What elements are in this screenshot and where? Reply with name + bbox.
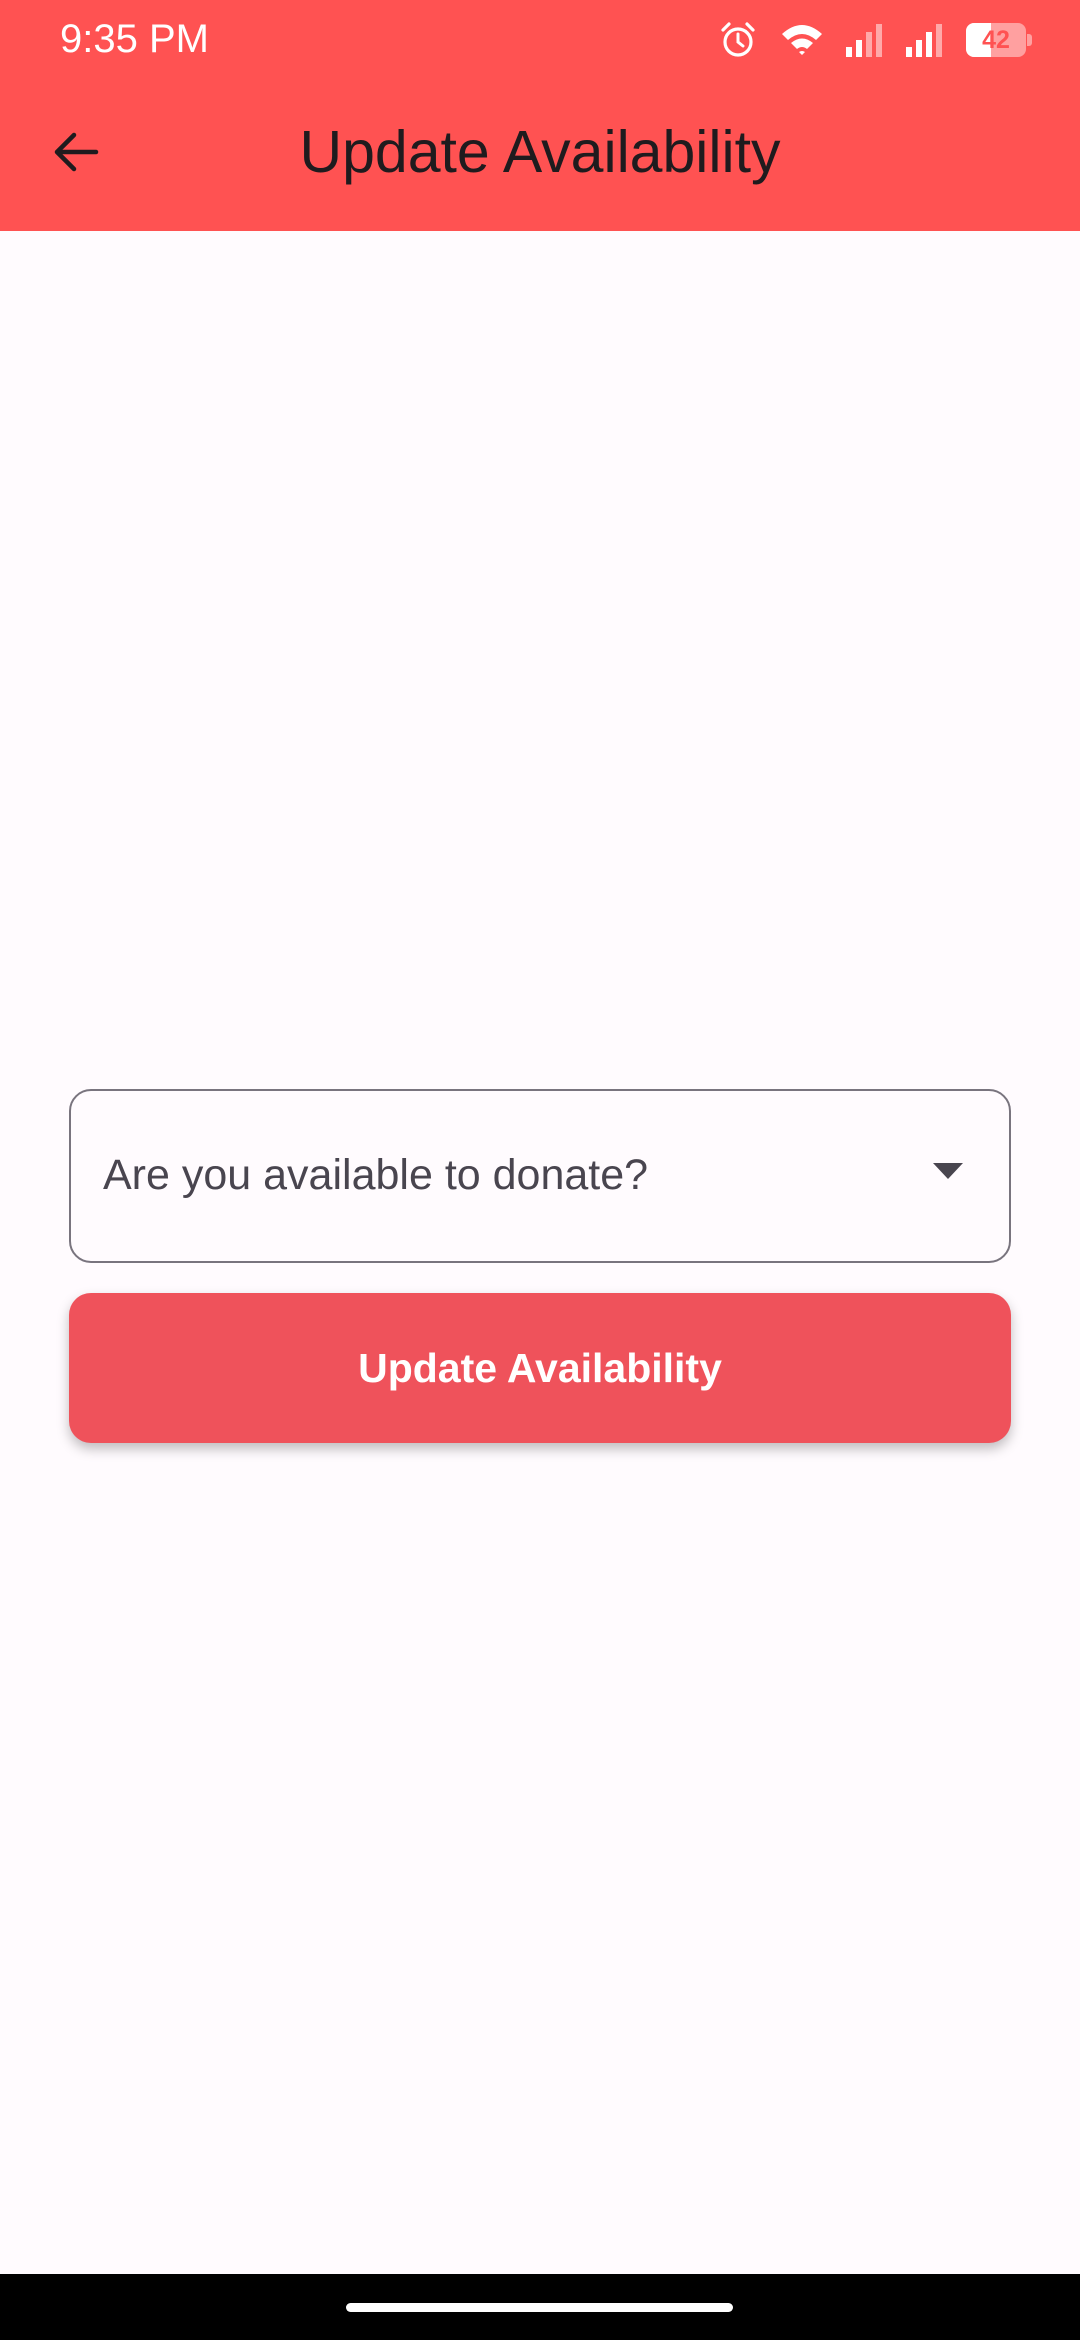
status-time: 9:35 PM — [60, 17, 209, 61]
back-button[interactable] — [36, 118, 116, 190]
app-bar: Update Availability — [0, 78, 1080, 231]
wifi-icon — [780, 22, 824, 58]
page-title: Update Availability — [299, 119, 781, 185]
status-icons: 42 — [718, 18, 1032, 62]
status-bar: 9:35 PM 42 — [0, 0, 1080, 78]
arrow-back-icon — [52, 130, 100, 179]
availability-dropdown[interactable]: Are you available to donate? — [69, 1089, 1011, 1263]
update-availability-button[interactable]: Update Availability — [69, 1293, 1011, 1443]
screen: 9:35 PM 42 Update Availability Are you a… — [0, 0, 1080, 2340]
signal-icon — [846, 23, 884, 57]
signal-icon — [906, 23, 944, 57]
app-header: 9:35 PM 42 Update Availability — [0, 0, 1080, 231]
caret-down-icon — [933, 1163, 963, 1181]
battery-icon: 42 — [966, 23, 1032, 57]
home-indicator[interactable] — [346, 2303, 733, 2312]
alarm-icon — [718, 20, 758, 60]
battery-level: 42 — [982, 26, 1010, 54]
dropdown-placeholder: Are you available to donate? — [103, 1151, 649, 1199]
